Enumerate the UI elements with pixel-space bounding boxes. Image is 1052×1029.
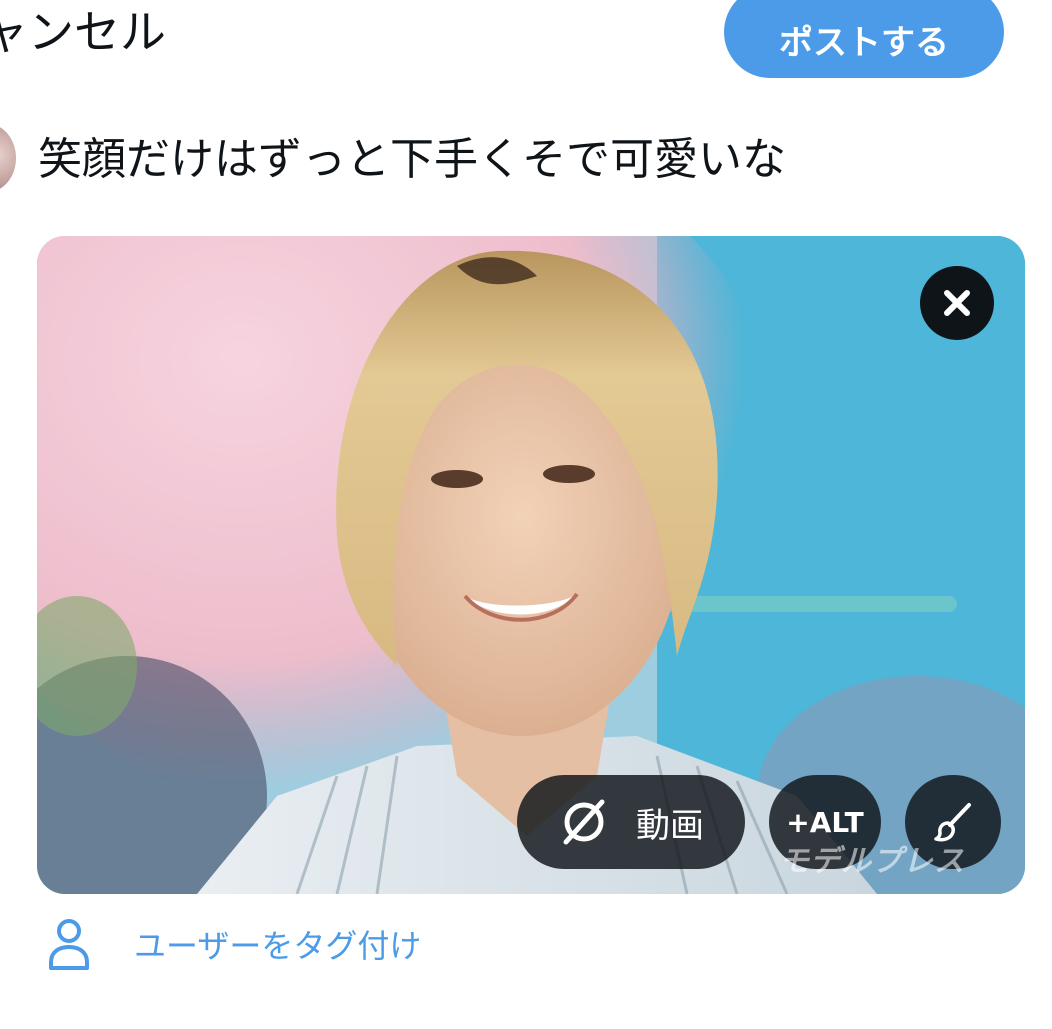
gif-video-icon	[563, 799, 605, 845]
watermark: モデルプレス	[779, 844, 965, 879]
post-button[interactable]: ポストする	[724, 0, 1004, 78]
close-icon	[944, 290, 970, 316]
person-icon	[49, 919, 89, 970]
tag-users-label: ユーザーをタグ付け	[134, 927, 422, 965]
avatar	[0, 124, 16, 192]
remove-media-button[interactable]	[920, 266, 994, 340]
media-attachment: 動画 +ALT モデルプレス	[37, 236, 1025, 894]
compose-text[interactable]: 笑顔だけはずっと下手くそで可愛いな	[38, 130, 786, 190]
convert-video-button[interactable]: 動画	[517, 775, 745, 869]
tag-users-button[interactable]: ユーザーをタグ付け	[48, 914, 421, 974]
video-label: 動画	[636, 805, 704, 846]
cancel-button[interactable]: ャンセル	[0, 4, 166, 60]
